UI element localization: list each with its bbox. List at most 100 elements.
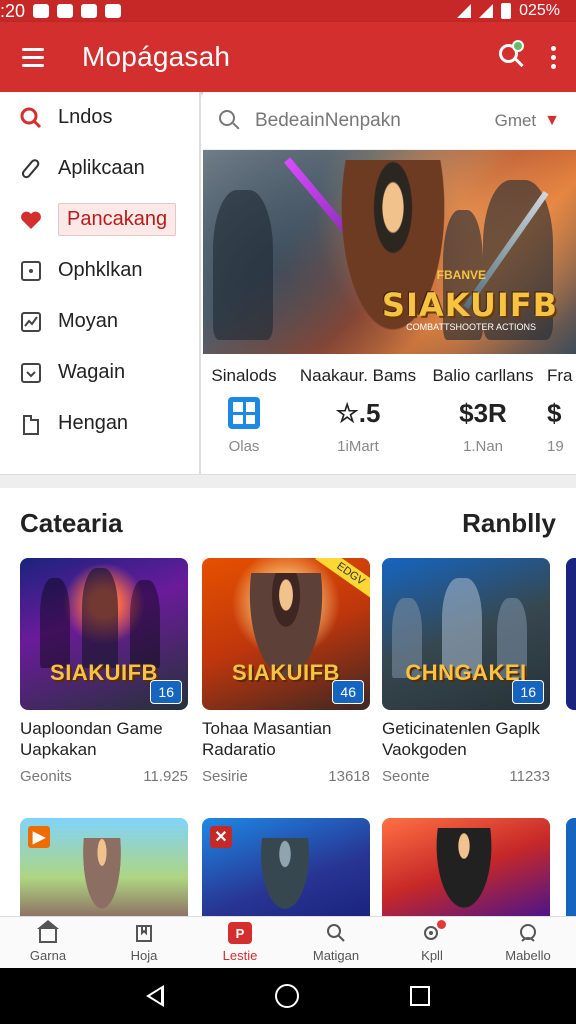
game-meta: Sesirie 13618: [202, 768, 370, 785]
game-title: Geticinatenlen Gaplk Vaokgoden: [382, 719, 540, 759]
game-cards: SIAKUIFB 16 Uaploondan Game Uapkakan Geo…: [20, 558, 576, 798]
nav-label: Matigan: [312, 948, 360, 963]
bottom-navigation: Garna Hoja P Lestie Matigan Kpll Mabello: [0, 916, 576, 968]
app-bar: Mopágasah: [0, 22, 576, 92]
status-time: 7:20: [0, 0, 26, 21]
stat-title: Fra: [547, 366, 573, 385]
profile-icon: [516, 922, 540, 944]
search-bar[interactable]: BedeainNenpakn Gmet ▼: [203, 92, 576, 150]
nav-item-matigan[interactable]: Matigan: [288, 917, 384, 968]
nav-item-garna[interactable]: Garna: [0, 917, 96, 968]
nav-label: Mabello: [505, 948, 551, 963]
nav-label: Garna: [29, 948, 67, 963]
game-card[interactable]: [566, 558, 576, 710]
stat-sub: 1iMart: [337, 438, 379, 455]
game-card[interactable]: CHNGAKEI 16 Geticinatenlen Gaplk Vaokgod…: [382, 558, 550, 785]
game-downloads: 11.925: [143, 768, 188, 785]
rating-badge: 46: [332, 680, 364, 704]
stat-item: Balio carllans $3R 1.Nan: [427, 366, 539, 474]
game-title: Tohaa Masantian Radaratio: [202, 719, 332, 759]
game-card[interactable]: EDGV SIAKUIFB 46 Tohaa Masantian Radarat…: [202, 558, 370, 785]
app-icon: ▶: [28, 826, 50, 848]
notification-icon: [81, 4, 98, 18]
game-card[interactable]: SIAKUIFB 16 Uaploondan Game Uapkakan Geo…: [20, 558, 188, 785]
nav-label: Hoja: [130, 948, 158, 963]
chevron-down-icon: ▼: [544, 111, 560, 129]
back-icon[interactable]: [145, 985, 164, 1007]
status-bar: 7:20 025%: [0, 0, 576, 22]
game-downloads: 11233: [509, 768, 550, 785]
drawer-item-label: Aplikcaan: [58, 157, 145, 179]
game-title: Uaploondan Game Uapkakan: [20, 719, 163, 759]
section-title: Catearia: [20, 508, 123, 538]
menu-icon[interactable]: [22, 47, 44, 67]
rating-badge: 16: [512, 680, 544, 704]
stat-item: Sinalods Olas: [203, 366, 289, 474]
search-icon: [324, 922, 348, 944]
search-input[interactable]: BedeainNenpakn: [255, 110, 401, 132]
drawer-item-lndos[interactable]: Lndos: [0, 92, 199, 143]
drawer-item-label: Wagain: [58, 361, 126, 383]
drawer-item-label: Moyan: [58, 310, 119, 332]
bookmark-icon: [132, 922, 156, 944]
status-left: 7:20: [0, 0, 122, 22]
filter-label: Gmet: [494, 110, 537, 130]
more-options-icon[interactable]: [551, 45, 556, 69]
game-card[interactable]: ▶: [20, 818, 188, 918]
game-downloads: 13618: [328, 768, 370, 785]
game-card[interactable]: [566, 818, 576, 918]
square-icon: [20, 260, 42, 282]
store-icon: P: [228, 922, 252, 944]
game-meta: Geonits 11.925: [20, 768, 188, 785]
game-thumbnail: SIAKUIFB 16: [20, 558, 188, 710]
battery-level: 025%: [519, 2, 560, 19]
stat-sub: 1.Nan: [462, 438, 504, 455]
game-card[interactable]: [382, 818, 550, 918]
nav-item-kpll[interactable]: Kpll: [384, 917, 480, 968]
drawer-item-ophklkan[interactable]: Ophklkan: [0, 245, 199, 296]
notification-icon: [420, 920, 446, 944]
game-genre: Seonte: [382, 768, 430, 785]
home-button-icon[interactable]: [274, 984, 299, 1008]
search-icon: [20, 107, 42, 129]
nav-item-lestie[interactable]: P Lestie: [192, 917, 288, 968]
notification-dot: [437, 920, 446, 929]
banner-logo: SIAKUIFB: [381, 286, 558, 324]
game-thumbnail: EDGV SIAKUIFB 46: [202, 558, 370, 710]
nav-item-mabello[interactable]: Mabello: [480, 917, 576, 968]
banner-logo-subtitle: COMBATTSHOOTER ACTIONS: [406, 322, 536, 332]
rating-badge: 16: [150, 680, 182, 704]
drawer-item-aplikcaan[interactable]: Aplikcaan: [0, 143, 199, 194]
section-link[interactable]: Ranblly: [462, 508, 556, 539]
search-icon: [219, 109, 241, 132]
drawer-item-pancakang[interactable]: Pancakang: [0, 194, 199, 245]
game-genre: Geonits: [20, 768, 72, 785]
game-thumbnail: CHNGAKEI 16: [382, 558, 550, 710]
drawer-item-moyan[interactable]: Moyan: [0, 296, 199, 347]
stat-sub: 19: [547, 438, 564, 455]
battery-icon: [501, 3, 512, 19]
game-card[interactable]: ✕: [202, 818, 370, 918]
notification-icon: [57, 4, 74, 18]
stat-value: $3R: [459, 397, 507, 428]
close-icon: ✕: [210, 826, 232, 848]
search-icon[interactable]: [499, 40, 525, 70]
document-icon: [20, 413, 42, 435]
filter-dropdown[interactable]: Gmet ▼: [495, 111, 560, 131]
recents-icon[interactable]: [410, 986, 431, 1006]
drawer-item-wagain[interactable]: Wagain: [0, 347, 199, 398]
section-header: Catearia Ranblly: [20, 508, 556, 539]
navigation-drawer: Lndos Aplikcaan Pancakang Ophklkan Moyan…: [0, 92, 201, 474]
status-right: 025%: [457, 2, 560, 20]
nav-label: Kpll: [421, 948, 443, 963]
chart-icon: [20, 311, 42, 333]
nav-label: Lestie: [222, 948, 258, 963]
featured-banner[interactable]: FBANVE SIAKUIFB COMBATTSHOOTER ACTIONS: [203, 150, 576, 354]
drawer-item-hengan[interactable]: Hengan: [0, 398, 199, 449]
nav-item-hoja[interactable]: Hoja: [96, 917, 192, 968]
main-panel: BedeainNenpakn Gmet ▼ FBANVE SIAKUIFB CO…: [203, 92, 576, 474]
stat-item: Fra $ 19: [547, 366, 576, 474]
stat-value: ☆.5: [335, 397, 381, 428]
grid-icon: [228, 394, 260, 432]
home-icon: [36, 920, 60, 944]
